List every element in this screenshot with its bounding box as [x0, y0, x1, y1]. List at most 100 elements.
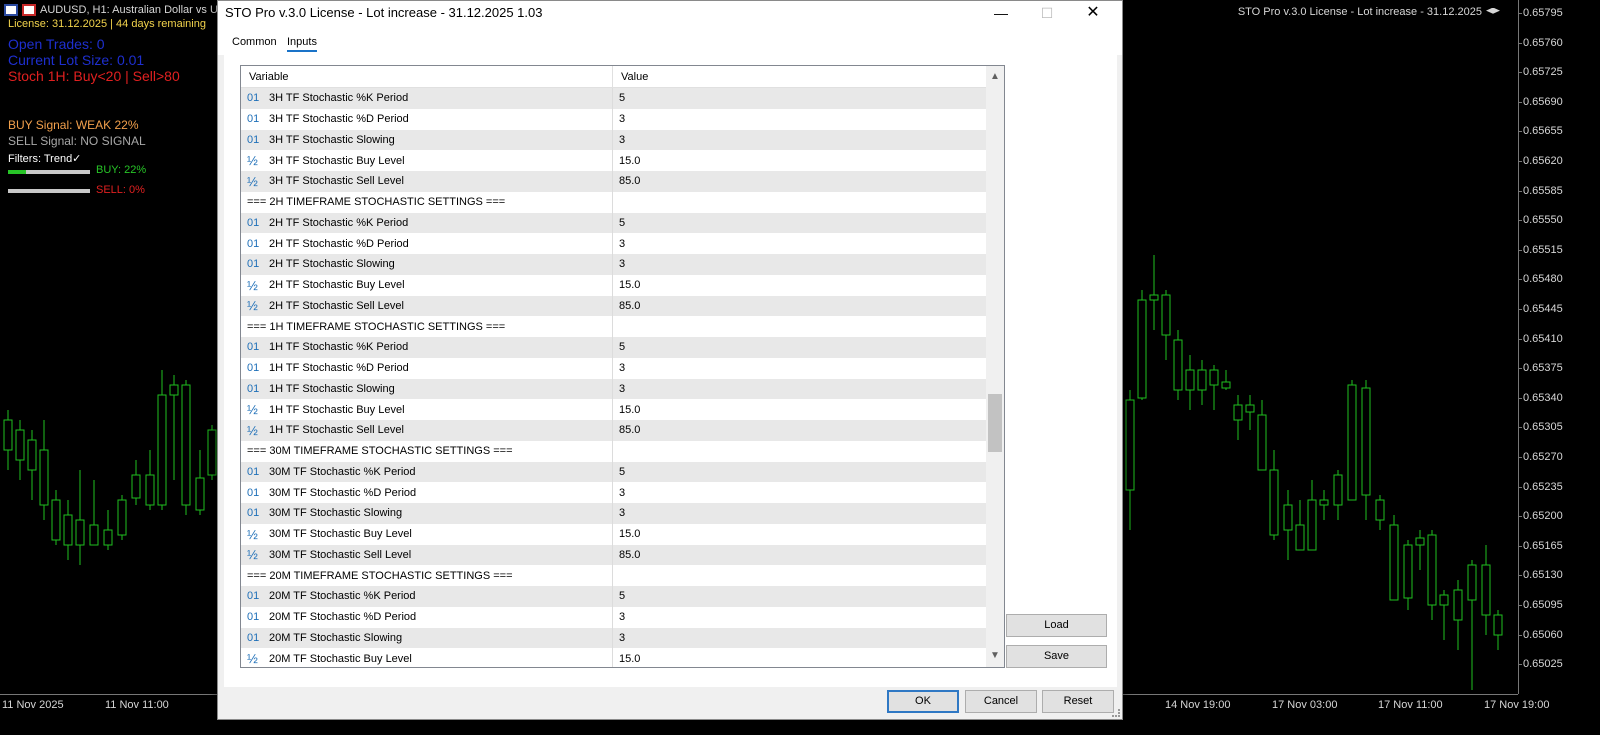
candle-body	[15, 429, 25, 461]
candle-body	[131, 474, 141, 499]
section-header-row[interactable]: === 30M TIMEFRAME STOCHASTIC SETTINGS ==…	[241, 440, 986, 462]
double-type-icon: ½	[247, 547, 258, 563]
column-header-variable[interactable]: Variable	[241, 66, 613, 87]
column-header-value[interactable]: Value	[613, 66, 986, 87]
tab-common[interactable]: Common	[232, 36, 277, 48]
scroll-down-icon[interactable]: ▼	[986, 647, 1004, 665]
price-axis[interactable]: 0.65795 0.65760 0.65725 0.65690 0.65655 0.656…	[1518, 0, 1600, 694]
resize-grip-icon[interactable]	[1112, 709, 1120, 717]
table-row[interactable]: ½ 1H TF Stochastic Sell Level 85.0	[241, 420, 986, 441]
value-cell[interactable]: 3	[613, 258, 986, 270]
chart-symbol-bar: AUDUSD, H1: Australian Dollar vs US	[4, 4, 225, 16]
value-cell[interactable]: 3	[613, 113, 986, 125]
candle-body	[1307, 499, 1317, 551]
table-row[interactable]: 01 20M TF Stochastic %D Period 3	[241, 606, 986, 628]
value-cell[interactable]: 3	[613, 238, 986, 250]
table-row[interactable]: 01 2H TF Stochastic %D Period 3	[241, 233, 986, 254]
dialog-titlebar[interactable]: STO Pro v.3.0 License - Lot increase - 3…	[218, 1, 1122, 27]
value-cell[interactable]: 15.0	[613, 279, 986, 291]
close-button[interactable]: ✕	[1070, 1, 1116, 27]
value-cell[interactable]: 5	[613, 217, 986, 229]
table-row[interactable]: 01 30M TF Stochastic %D Period 3	[241, 482, 986, 503]
table-row[interactable]: 01 30M TF Stochastic Slowing 3	[241, 503, 986, 524]
time-tick-label: 14 Nov 19:00	[1165, 699, 1231, 711]
variable-name: 1H TF Stochastic %D Period	[269, 362, 409, 375]
section-header-row[interactable]: === 2H TIMEFRAME STOCHASTIC SETTINGS ===	[241, 191, 986, 213]
value-cell[interactable]: 3	[613, 487, 986, 499]
table-row[interactable]: ½ 1H TF Stochastic Buy Level 15.0	[241, 399, 986, 420]
scroll-thumb[interactable]	[988, 394, 1002, 452]
tab-inputs[interactable]: Inputs	[287, 36, 317, 52]
table-row[interactable]: 01 1H TF Stochastic %K Period 5	[241, 337, 986, 358]
table-row[interactable]: ½ 30M TF Stochastic Sell Level 85.0	[241, 544, 986, 566]
price-tick-label: 0.65515	[1518, 243, 1563, 256]
table-row[interactable]: ½ 3H TF Stochastic Buy Level 15.0	[241, 150, 986, 171]
table-row[interactable]: ½ 20M TF Stochastic Buy Level 15.0	[241, 648, 986, 667]
value-cell[interactable]: 15.0	[613, 653, 986, 665]
scroll-up-icon[interactable]: ▲	[986, 68, 1004, 86]
table-row[interactable]: 01 3H TF Stochastic %D Period 3	[241, 108, 986, 130]
value-cell[interactable]: 15.0	[613, 404, 986, 416]
section-header-row[interactable]: === 1H TIMEFRAME STOCHASTIC SETTINGS ===	[241, 316, 986, 337]
value-cell[interactable]: 3	[613, 362, 986, 374]
integer-type-icon: 01	[247, 362, 260, 375]
lot-size: Current Lot Size: 0.01	[8, 52, 145, 68]
reset-button[interactable]: Reset	[1042, 690, 1114, 713]
value-cell[interactable]: 3	[613, 632, 986, 644]
minimize-button[interactable]: —	[978, 1, 1024, 27]
candle-body	[1333, 474, 1343, 506]
value-cell[interactable]: 15.0	[613, 528, 986, 540]
value-cell[interactable]: 3	[613, 611, 986, 623]
table-row[interactable]: 01 2H TF Stochastic %K Period 5	[241, 212, 986, 234]
value-cell[interactable]: 85.0	[613, 175, 986, 187]
price-tick-label: 0.65060	[1518, 628, 1563, 641]
table-row[interactable]: 01 20M TF Stochastic %K Period 5	[241, 586, 986, 607]
value-cell[interactable]: 15.0	[613, 155, 986, 167]
candle-body	[1245, 404, 1255, 413]
cancel-button[interactable]: Cancel	[965, 690, 1037, 713]
variable-name: 20M TF Stochastic Buy Level	[269, 652, 412, 665]
value-cell[interactable]: 85.0	[613, 424, 986, 436]
candle-body	[75, 519, 85, 546]
table-rows: 01 3H TF Stochastic %K Period 5 01 3H TF Sto…	[241, 88, 986, 667]
table-row[interactable]: 01 1H TF Stochastic Slowing 3	[241, 378, 986, 400]
candle-body	[1403, 544, 1413, 599]
value-cell[interactable]: 3	[613, 507, 986, 519]
value-cell[interactable]: 5	[613, 92, 986, 104]
variable-name: 2H TF Stochastic %K Period	[269, 216, 409, 229]
variable-name: 20M TF Stochastic %K Period	[269, 590, 416, 603]
save-button[interactable]: Save	[1006, 645, 1107, 668]
candle-body	[1481, 564, 1491, 616]
time-tick-label: 17 Nov 11:00	[1378, 699, 1443, 711]
table-row[interactable]: 01 2H TF Stochastic Slowing 3	[241, 254, 986, 275]
section-header-row[interactable]: === 20M TIMEFRAME STOCHASTIC SETTINGS ==…	[241, 565, 986, 586]
value-cell[interactable]: 3	[613, 134, 986, 146]
ok-button[interactable]: OK	[887, 690, 959, 713]
table-row[interactable]: ½ 30M TF Stochastic Buy Level 15.0	[241, 523, 986, 545]
table-row[interactable]: ½ 3H TF Stochastic Sell Level 85.0	[241, 171, 986, 192]
table-row[interactable]: 01 30M TF Stochastic %K Period 5	[241, 461, 986, 483]
table-row[interactable]: 01 3H TF Stochastic Slowing 3	[241, 129, 986, 151]
table-row[interactable]: 01 20M TF Stochastic Slowing 3	[241, 627, 986, 649]
time-tick-label: 17 Nov 19:00	[1484, 699, 1550, 711]
load-button[interactable]: Load	[1006, 614, 1107, 637]
value-cell[interactable]: 3	[613, 383, 986, 395]
variable-name: 3H TF Stochastic Buy Level	[269, 154, 405, 167]
value-cell[interactable]: 5	[613, 590, 986, 602]
price-tick-label: 0.65585	[1518, 184, 1563, 197]
table-row[interactable]: 01 1H TF Stochastic %D Period 3	[241, 357, 986, 379]
sell-signal: SELL Signal: NO SIGNAL	[8, 134, 146, 148]
price-tick-label: 0.65410	[1518, 332, 1563, 345]
candle-body	[169, 384, 179, 396]
table-row[interactable]: ½ 2H TF Stochastic Sell Level 85.0	[241, 295, 986, 317]
value-cell[interactable]: 85.0	[613, 549, 986, 561]
vertical-scrollbar[interactable]: ▲ ▼	[986, 66, 1004, 667]
value-cell[interactable]: 5	[613, 341, 986, 353]
table-row[interactable]: ½ 2H TF Stochastic Buy Level 15.0	[241, 274, 986, 296]
value-cell[interactable]: 5	[613, 466, 986, 478]
price-tick-label: 0.65480	[1518, 273, 1563, 286]
value-cell[interactable]: 85.0	[613, 300, 986, 312]
maximize-button[interactable]: ☐	[1024, 1, 1070, 27]
table-row[interactable]: 01 3H TF Stochastic %K Period 5	[241, 88, 986, 109]
variable-cell: ½ 20M TF Stochastic Buy Level	[241, 648, 613, 667]
